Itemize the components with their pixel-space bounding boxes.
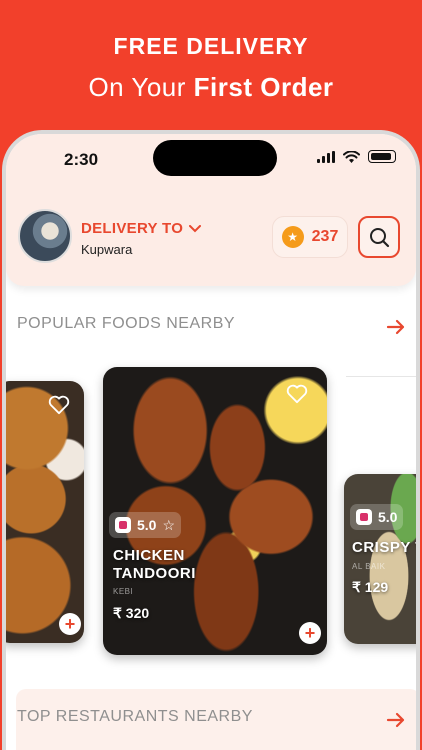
promo-subline: On Your First Order — [0, 72, 422, 103]
status-time: 2:30 — [64, 150, 99, 169]
star-icon: ☆ — [162, 516, 176, 533]
coin-count: 237 — [311, 228, 339, 245]
search-icon — [370, 228, 390, 248]
add-button[interactable]: + — [59, 613, 81, 635]
avatar[interactable] — [18, 209, 72, 263]
restaurant-name: AL BAIK — [352, 562, 386, 571]
battery-icon — [368, 150, 396, 163]
promo-subline-bold: First Order — [193, 72, 334, 102]
food-type-icon — [115, 517, 131, 533]
rating-badge: 5.0 ☆ — [109, 512, 182, 538]
food-price: ₹ 320 — [113, 605, 150, 621]
dynamic-island — [153, 140, 277, 176]
food-card-partial-left[interactable]: + — [6, 381, 84, 643]
food-name: CRISPY T — [352, 539, 420, 556]
promo-banner: FREE DELIVERY On Your First Order — [0, 0, 422, 135]
food-name-line2: TANDOORI — [113, 565, 196, 582]
delivery-location: Kupwara — [81, 242, 133, 257]
delivery-to-dropdown[interactable]: DELIVERY TO — [81, 220, 202, 237]
add-button[interactable]: + — [299, 622, 321, 644]
wifi-icon — [343, 150, 360, 163]
top-restaurants-title: TOP RESTAURANTS NEARBY — [17, 708, 253, 725]
divider — [346, 376, 416, 377]
restaurant-name: KEBI — [113, 587, 134, 596]
heart-icon[interactable] — [48, 395, 70, 415]
food-name: CHICKEN TANDOORI — [113, 547, 196, 583]
heart-icon[interactable] — [286, 384, 308, 404]
rating-value: 5.0 — [378, 509, 398, 525]
chevron-down-icon — [189, 224, 202, 232]
food-type-icon — [356, 509, 372, 525]
signal-icon — [317, 150, 335, 163]
star-coin-icon: ★ — [281, 226, 304, 248]
food-card[interactable]: 5.0 ☆ CHICKEN TANDOORI KEBI ₹ 320 + — [103, 367, 327, 655]
phone-screen: 2:30 DELIVERY TO Kupwara ★ 237 POPULAR F… — [2, 130, 420, 750]
food-name-line1: CHICKEN — [113, 547, 185, 564]
app-header: 2:30 DELIVERY TO Kupwara ★ 237 — [6, 134, 416, 286]
food-price: ₹ 129 — [352, 579, 389, 595]
arrow-right-icon[interactable] — [386, 317, 406, 337]
rating-badge: 5.0 — [350, 504, 404, 530]
delivery-to-label: DELIVERY TO — [81, 220, 184, 237]
promo-subline-prefix: On Your — [88, 72, 194, 102]
search-button[interactable] — [358, 216, 400, 258]
popular-foods-title: POPULAR FOODS NEARBY — [17, 315, 236, 332]
status-icons — [317, 150, 396, 163]
arrow-right-icon[interactable] — [386, 710, 406, 730]
coins-badge[interactable]: ★ 237 — [272, 216, 348, 258]
promo-headline: FREE DELIVERY — [113, 33, 309, 59]
rating-value: 5.0 — [137, 517, 157, 533]
food-card-partial-right[interactable]: 5.0 CRISPY T AL BAIK ₹ 129 — [344, 474, 420, 644]
